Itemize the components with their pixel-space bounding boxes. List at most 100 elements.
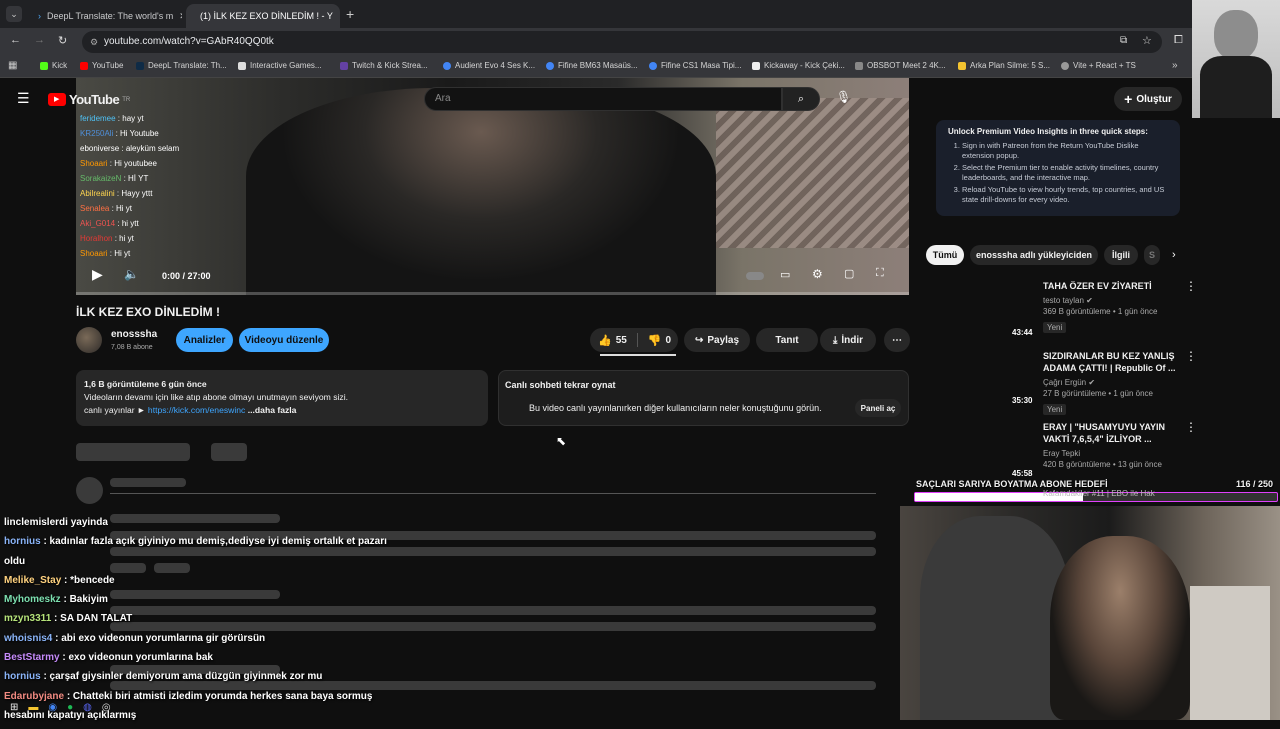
- webcam-door: [1190, 586, 1270, 720]
- edit-video-button[interactable]: Videoyu düzenle: [239, 328, 329, 352]
- discord-icon[interactable]: ◍: [83, 702, 92, 713]
- close-icon[interactable]: ✕: [179, 11, 182, 22]
- insights-step: Reload YouTube to view hourly trends, to…: [962, 185, 1168, 205]
- description-line: Videoların devamı için like atıp abone o…: [84, 392, 348, 402]
- recommendation-title-2: ADAMA ÇATTI! | Republic Of ...: [1043, 363, 1176, 373]
- chat-username: eboniverse: [80, 144, 120, 153]
- url-field[interactable]: ⚙ youtube.com/watch?v=GAbR40QQ0tk: [82, 31, 1162, 53]
- recommendation-item[interactable]: 43:44 TAHA ÖZER EV ZİYARETİ testo taylan…: [920, 278, 1200, 340]
- chip-related[interactable]: İlgili: [1104, 245, 1138, 265]
- video-chat-message: Senalea : Hi yt: [80, 204, 133, 213]
- new-badge: Yeni: [1043, 322, 1067, 333]
- chip-label: S: [1148, 250, 1155, 260]
- recommendation-item[interactable]: 35:30 SIZDIRANLAR BU KEZ YANLIŞ ADAMA ÇA…: [920, 348, 1200, 415]
- recommendation-channel: Eray Tepki: [1043, 449, 1081, 458]
- dislike-button[interactable]: 👎 0: [648, 334, 671, 347]
- insights-panel: Unlock Premium Video Insights in three q…: [936, 120, 1180, 216]
- recommendation-info: TAHA ÖZER EV ZİYARETİ testo taylan ✔ 369…: [1043, 280, 1183, 335]
- portrait-figure: [1214, 10, 1258, 60]
- download-button[interactable]: ⤓ İndir: [820, 328, 876, 352]
- chip-more[interactable]: S: [1144, 245, 1160, 265]
- bookmark-obsbot[interactable]: OBSBOT Meet 2 4K...: [855, 61, 946, 70]
- apps-grid-icon[interactable]: ▦: [8, 60, 17, 71]
- chat-text: Hayy yttt: [121, 189, 153, 198]
- bookmark-label: Kick: [52, 61, 68, 70]
- bookmark-interactive-games[interactable]: Interactive Games...: [238, 61, 322, 70]
- settings-gear-icon[interactable]: ⚙: [812, 267, 823, 281]
- tab-youtube[interactable]: (1) İLK KEZ EXO DİNLEDİM ! - Y ✕: [186, 4, 340, 28]
- spotify-icon[interactable]: ●: [67, 702, 73, 713]
- install-icon[interactable]: ⧉: [1120, 35, 1127, 46]
- channel-name[interactable]: enosssha: [111, 329, 157, 340]
- thumbs-up-icon: 👍: [598, 334, 612, 347]
- share-button[interactable]: ↪ Paylaş: [684, 328, 750, 352]
- close-icon[interactable]: ✕: [339, 11, 340, 22]
- bookmark-youtube[interactable]: YouTube: [80, 61, 123, 70]
- open-panel-button[interactable]: Paneli aç: [855, 399, 901, 417]
- bookmark-fifine-bm63[interactable]: Fifine BM63 Masaüs...: [546, 61, 638, 70]
- bookmark-fifine-cs1[interactable]: Fifine CS1 Masa Tipi...: [649, 61, 741, 70]
- comments-skeleton: [110, 478, 186, 487]
- subtitles-icon[interactable]: ▭: [780, 268, 790, 281]
- chip-from-uploader[interactable]: enosssha adlı yükleyiciden: [970, 245, 1098, 265]
- promote-button[interactable]: Tanıt: [756, 328, 818, 352]
- bookmark-kick[interactable]: Kick: [40, 61, 67, 70]
- webcam-feed: [900, 506, 1280, 720]
- hamburger-menu-icon[interactable]: ☰: [17, 90, 30, 107]
- bookmark-label: Kickaway - Kick Çeki...: [764, 61, 845, 70]
- start-icon[interactable]: ⊞: [10, 702, 18, 713]
- new-tab-button[interactable]: +: [346, 6, 354, 22]
- more-vertical-icon[interactable]: ⋮: [1185, 279, 1197, 293]
- site-info-icon[interactable]: ⚙: [90, 31, 98, 53]
- webcam-chair: [920, 516, 1070, 720]
- recommendation-item[interactable]: 45:58 ERAY | "HUSAMYUYU YAYIN VAKTİ 7,6,…: [920, 419, 1200, 481]
- more-vertical-icon[interactable]: ⋮: [1185, 420, 1197, 434]
- search-button[interactable]: ⌕: [782, 87, 820, 111]
- bookmark-arka-plan[interactable]: Arka Plan Silme: 5 S...: [958, 61, 1050, 70]
- miniplayer-icon[interactable]: ▢: [844, 267, 854, 280]
- more-actions-button[interactable]: ⋯: [884, 328, 910, 352]
- description-box[interactable]: 1,6 B görüntüleme 6 gün önce Videoların …: [76, 370, 488, 426]
- forward-icon[interactable]: →: [34, 34, 45, 46]
- recommendation-title: TAHA ÖZER EV ZİYARETİ: [1043, 281, 1152, 291]
- stream-chat-message: oldu: [0, 556, 400, 575]
- bookmark-twitch-kick[interactable]: Twitch & Kick Strea...: [340, 61, 428, 70]
- bookmark-vite[interactable]: Vite + React + TS: [1061, 61, 1136, 70]
- obs-icon[interactable]: ◎: [102, 702, 111, 713]
- bookmark-audient[interactable]: Audient Evo 4 Ses K...: [443, 61, 535, 70]
- progress-track[interactable]: [76, 292, 909, 295]
- stream-chat-message: Melike_Stay : *bencede: [0, 575, 400, 594]
- bookmark-label: Twitch & Kick Strea...: [352, 61, 428, 70]
- back-icon[interactable]: ←: [10, 34, 21, 46]
- more-bookmarks-icon[interactable]: »: [1172, 60, 1178, 71]
- more-vertical-icon[interactable]: ⋮: [1185, 349, 1197, 363]
- show-more-link[interactable]: ...daha fazla: [248, 405, 297, 415]
- tab-deepl[interactable]: › DeepL Translate: The world's m ✕: [30, 4, 182, 28]
- kick-link[interactable]: https://kick.com/eneswinc: [148, 405, 245, 415]
- bookmark-deepl[interactable]: DeepL Translate: Th...: [136, 61, 227, 70]
- volume-icon[interactable]: 🔈: [124, 267, 139, 281]
- stream-chat-message: Myhomeskz : Bakiyim: [0, 594, 400, 613]
- bookmark-star-icon[interactable]: ☆: [1142, 34, 1152, 47]
- channel-avatar[interactable]: [76, 327, 102, 353]
- tab-search-button[interactable]: ⌄: [6, 6, 22, 22]
- fullscreen-icon[interactable]: ⛶: [876, 267, 884, 280]
- create-button[interactable]: + Oluştur: [1114, 87, 1182, 111]
- youtube-logo[interactable]: ▶ YouTube TR: [48, 92, 130, 107]
- bookmark-kickaway[interactable]: Kickaway - Kick Çeki...: [752, 61, 845, 70]
- chrome-icon[interactable]: ◉: [48, 702, 57, 713]
- folder-icon[interactable]: ▬: [28, 702, 38, 713]
- chevron-right-icon[interactable]: ›: [1172, 249, 1176, 261]
- chat-username: Abilrealini: [80, 189, 115, 198]
- chip-all[interactable]: Tümü: [926, 245, 964, 265]
- like-button[interactable]: 👍 55: [598, 334, 627, 347]
- extensions-icon[interactable]: ⧠: [1174, 34, 1183, 47]
- autoplay-toggle-icon[interactable]: [746, 272, 764, 280]
- reload-icon[interactable]: ↻: [58, 34, 67, 47]
- play-icon[interactable]: ▶: [92, 266, 103, 283]
- search-input[interactable]: Ara: [424, 87, 782, 111]
- sub-goal-count: 116 / 250: [1236, 479, 1274, 489]
- analytics-button[interactable]: Analizler: [176, 328, 233, 352]
- download-label: İndir: [841, 334, 864, 346]
- voice-search-button[interactable]: 🎙: [836, 90, 851, 104]
